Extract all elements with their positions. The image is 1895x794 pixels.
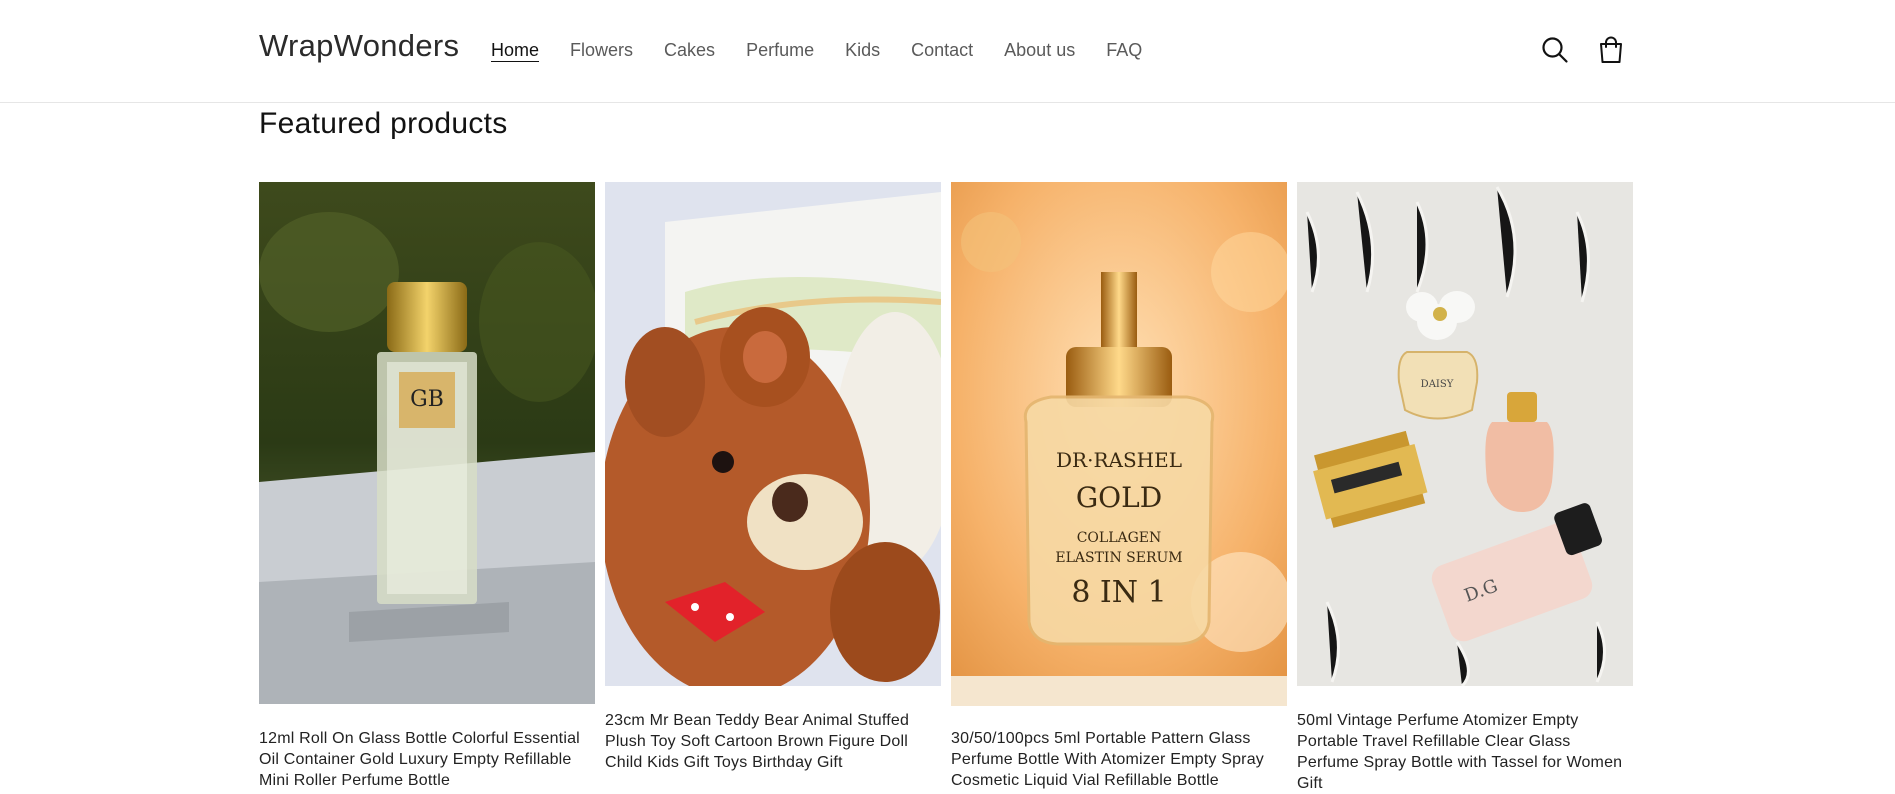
nav-contact[interactable]: Contact [911, 38, 973, 62]
product-title[interactable]: 12ml Roll On Glass Bottle Colorful Essen… [259, 728, 595, 791]
section-title: Featured products [259, 107, 508, 140]
nav-perfume[interactable]: Perfume [746, 38, 814, 62]
nav-faq[interactable]: FAQ [1106, 38, 1142, 62]
product-image-teddy-bear[interactable] [605, 182, 941, 686]
nav-kids[interactable]: Kids [845, 38, 880, 62]
product-image-serum-bottle[interactable]: DR·RASHEL GOLD COLLAGEN ELASTIN SERUM 8 … [951, 182, 1287, 706]
svg-text:GB: GB [410, 387, 444, 412]
product-card[interactable]: GB 12ml Roll On Glass Bottle Colorful Es… [259, 182, 595, 791]
product-card[interactable]: 23cm Mr Bean Teddy Bear Animal Stuffed P… [605, 182, 941, 773]
site-logo[interactable]: WrapWonders [259, 28, 459, 64]
product-card[interactable]: DR·RASHEL GOLD COLLAGEN ELASTIN SERUM 8 … [951, 182, 1287, 791]
svg-text:GOLD: GOLD [1076, 481, 1162, 514]
search-icon[interactable] [1538, 33, 1572, 67]
svg-text:8 IN 1: 8 IN 1 [1071, 575, 1166, 610]
svg-text:COLLAGEN: COLLAGEN [1077, 530, 1162, 546]
nav-home[interactable]: Home [491, 38, 539, 62]
product-title[interactable]: 50ml Vintage Perfume Atomizer Empty Port… [1297, 710, 1633, 794]
svg-text:DAISY: DAISY [1421, 379, 1454, 390]
product-image-perfume-set[interactable]: DAISY D.G [1297, 182, 1633, 686]
product-card[interactable]: DAISY D.G 50ml Vintage Perfume Atomizer … [1297, 182, 1633, 794]
main-nav: Home Flowers Cakes Perfume Kids Contact … [491, 38, 1173, 62]
nav-cakes[interactable]: Cakes [664, 38, 715, 62]
cart-icon[interactable] [1594, 33, 1628, 67]
product-title[interactable]: 23cm Mr Bean Teddy Bear Animal Stuffed P… [605, 710, 941, 773]
nav-about-us[interactable]: About us [1004, 38, 1075, 62]
product-title[interactable]: 30/50/100pcs 5ml Portable Pattern Glass … [951, 728, 1287, 791]
nav-flowers[interactable]: Flowers [570, 38, 633, 62]
svg-text:DR·RASHEL: DR·RASHEL [1056, 448, 1182, 472]
svg-text:ELASTIN SERUM: ELASTIN SERUM [1055, 550, 1182, 566]
site-header: WrapWonders Home Flowers Cakes Perfume K… [0, 0, 1895, 103]
product-image-perfume-bottle[interactable]: GB [259, 182, 595, 704]
